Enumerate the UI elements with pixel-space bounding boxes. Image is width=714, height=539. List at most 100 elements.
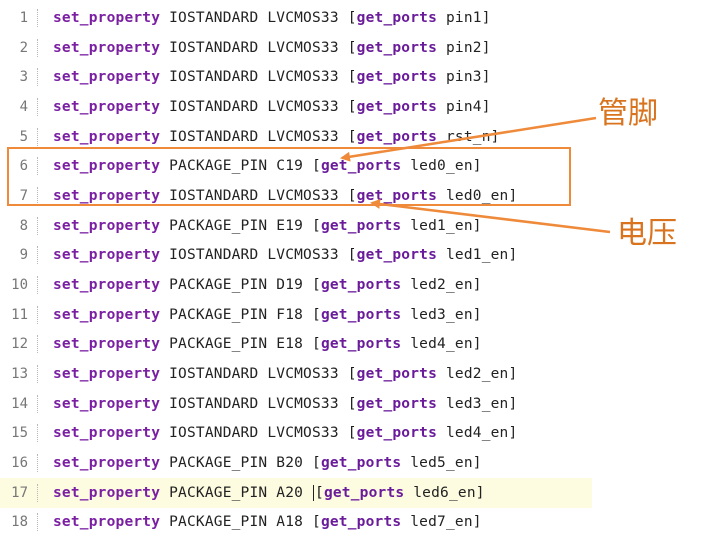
line-number: 3 (19, 69, 28, 85)
command-keyword: set_property (53, 455, 161, 471)
property-text: IOSTANDARD LVCMOS33 (169, 425, 339, 441)
property-text: IOSTANDARD LVCMOS33 (169, 99, 339, 115)
code-line[interactable]: 2 set_property IOSTANDARD LVCMOS33 [get_… (0, 33, 592, 63)
gutter-separator (37, 217, 39, 235)
bracket: [ (347, 40, 357, 56)
code-line[interactable]: 16 set_property PACKAGE_PIN B20 [get_por… (0, 448, 592, 478)
command-keyword: set_property (53, 307, 161, 323)
property-text: IOSTANDARD LVCMOS33 (169, 188, 339, 204)
code-text[interactable]: set_property IOSTANDARD LVCMOS33 [get_po… (53, 10, 491, 26)
line-number: 18 (11, 514, 28, 530)
code-line[interactable]: 14 set_property IOSTANDARD LVCMOS33 [get… (0, 389, 592, 419)
code-text[interactable]: set_property PACKAGE_PIN D19 [get_ports … (53, 277, 482, 293)
text-cursor (313, 485, 314, 501)
gutter-separator (37, 395, 39, 413)
code-text[interactable]: set_property IOSTANDARD LVCMOS33 [get_po… (53, 247, 517, 263)
code-text[interactable]: set_property IOSTANDARD LVCMOS33 [get_po… (53, 99, 491, 115)
bracket: [ (312, 336, 321, 352)
property-text: PACKAGE_PIN A20 (169, 485, 304, 501)
argument-text: pin4] (445, 99, 491, 115)
code-line[interactable]: 5 set_property IOSTANDARD LVCMOS33 [get_… (0, 122, 592, 152)
command-keyword: set_property (53, 366, 161, 382)
code-line[interactable]: 3 set_property IOSTANDARD LVCMOS33 [get_… (0, 62, 592, 92)
property-text: IOSTANDARD LVCMOS33 (169, 129, 339, 145)
code-line[interactable]: 1 set_property IOSTANDARD LVCMOS33 [get_… (0, 3, 592, 33)
function-keyword: get_ports (356, 129, 438, 145)
bracket: [ (347, 425, 357, 441)
code-line[interactable]: 15 set_property IOSTANDARD LVCMOS33 [get… (0, 418, 592, 448)
code-line[interactable]: 8 set_property PACKAGE_PIN E19 [get_port… (0, 211, 592, 241)
bracket: [ (312, 158, 321, 174)
code-line[interactable]: 6 set_property PACKAGE_PIN C19 [get_port… (0, 151, 592, 181)
function-keyword: get_ports (320, 455, 402, 471)
command-keyword: set_property (53, 277, 161, 293)
line-number: 6 (19, 158, 28, 174)
gutter-separator (37, 276, 39, 294)
code-line[interactable]: 13 set_property IOSTANDARD LVCMOS33 [get… (0, 359, 592, 389)
code-line[interactable]: 18 set_property PACKAGE_PIN A18 [get_por… (0, 507, 592, 537)
gutter-separator (37, 68, 39, 86)
line-number: 10 (11, 277, 28, 293)
function-keyword: get_ports (356, 366, 438, 382)
function-keyword: get_ports (356, 69, 438, 85)
code-text[interactable]: set_property PACKAGE_PIN B20 [get_ports … (53, 455, 482, 471)
argument-text: pin2] (445, 40, 491, 56)
gutter-separator (37, 306, 39, 324)
property-text: PACKAGE_PIN F18 (169, 307, 304, 323)
gutter-separator (37, 424, 39, 442)
code-line[interactable]: 10 set_property PACKAGE_PIN D19 [get_por… (0, 270, 592, 300)
argument-text: led0_en] (410, 158, 482, 174)
function-keyword: get_ports (356, 247, 438, 263)
line-number: 17 (11, 485, 28, 501)
code-line[interactable]: 9 set_property IOSTANDARD LVCMOS33 [get_… (0, 240, 592, 270)
command-keyword: set_property (53, 188, 161, 204)
code-text[interactable]: set_property IOSTANDARD LVCMOS33 [get_po… (53, 40, 491, 56)
function-keyword: get_ports (323, 485, 405, 501)
gutter-separator (37, 128, 39, 146)
code-text[interactable]: set_property PACKAGE_PIN C19 [get_ports … (53, 158, 482, 174)
code-text[interactable]: set_property IOSTANDARD LVCMOS33 [get_po… (53, 425, 517, 441)
voltage-annotation-label: 电压 (617, 216, 677, 251)
code-line-current[interactable]: 17 set_property PACKAGE_PIN A20 [get_por… (0, 478, 592, 508)
property-text: PACKAGE_PIN B20 (169, 455, 304, 471)
bracket: [ (347, 10, 357, 26)
code-line[interactable]: 4 set_property IOSTANDARD LVCMOS33 [get_… (0, 92, 592, 122)
bracket: [ (312, 514, 321, 530)
pin-annotation-label: 管脚 (598, 96, 658, 131)
line-number: 12 (11, 336, 28, 352)
code-text[interactable]: set_property PACKAGE_PIN E19 [get_ports … (53, 218, 482, 234)
function-keyword: get_ports (320, 336, 402, 352)
gutter-separator (37, 246, 39, 264)
bracket: [ (347, 366, 357, 382)
code-text[interactable]: set_property IOSTANDARD LVCMOS33 [get_po… (53, 188, 517, 204)
argument-text: led5_en] (410, 455, 482, 471)
code-text[interactable]: set_property PACKAGE_PIN F18 [get_ports … (53, 307, 482, 323)
code-text[interactable]: set_property PACKAGE_PIN A18 [get_ports … (53, 514, 482, 530)
line-number: 7 (19, 188, 28, 204)
code-line[interactable]: 11 set_property PACKAGE_PIN F18 [get_por… (0, 300, 592, 330)
code-text[interactable]: set_property PACKAGE_PIN E18 [get_ports … (53, 336, 482, 352)
code-text[interactable]: set_property IOSTANDARD LVCMOS33 [get_po… (53, 396, 517, 412)
line-number: 2 (19, 40, 28, 56)
bracket: [ (347, 247, 357, 263)
code-editor[interactable]: 1 set_property IOSTANDARD LVCMOS33 [get_… (0, 0, 592, 539)
line-number: 8 (19, 218, 28, 234)
line-number: 14 (11, 396, 28, 412)
bracket: [ (312, 218, 321, 234)
command-keyword: set_property (53, 425, 161, 441)
argument-text: led4_en] (410, 336, 482, 352)
property-text: IOSTANDARD LVCMOS33 (169, 40, 339, 56)
command-keyword: set_property (53, 218, 161, 234)
code-text[interactable]: set_property PACKAGE_PIN A20 [get_ports … (53, 485, 485, 501)
code-line[interactable]: 12 set_property PACKAGE_PIN E18 [get_por… (0, 329, 592, 359)
code-text[interactable]: set_property IOSTANDARD LVCMOS33 [get_po… (53, 366, 517, 382)
bracket: [ (347, 69, 357, 85)
code-text[interactable]: set_property IOSTANDARD LVCMOS33 [get_po… (53, 129, 500, 145)
gutter-separator (37, 187, 39, 205)
function-keyword: get_ports (320, 158, 402, 174)
gutter-separator (37, 335, 39, 353)
code-text[interactable]: set_property IOSTANDARD LVCMOS33 [get_po… (53, 69, 491, 85)
code-line[interactable]: 7 set_property IOSTANDARD LVCMOS33 [get_… (0, 181, 592, 211)
line-number: 16 (11, 455, 28, 471)
bracket: [ (347, 129, 357, 145)
